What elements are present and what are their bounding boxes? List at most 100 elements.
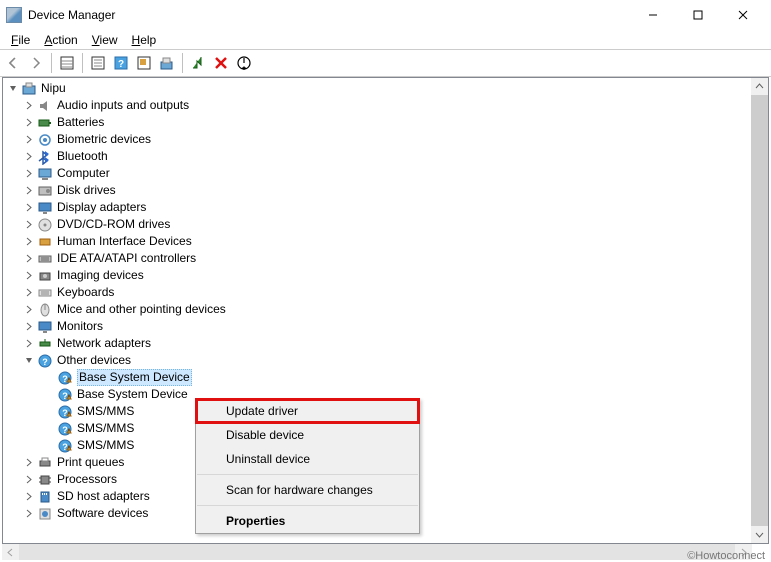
horizontal-scrollbar[interactable] [2,544,752,560]
menu-file[interactable]: File [4,32,37,48]
expand-icon[interactable] [43,372,55,384]
back-button[interactable] [2,52,24,74]
tree-category[interactable]: Network adapters [5,335,766,352]
tree-category[interactable]: IDE ATA/ATAPI controllers [5,250,766,267]
expand-icon[interactable] [23,508,35,520]
enable-device-button[interactable] [187,52,209,74]
tree-category[interactable]: Disk drives [5,182,766,199]
menu-action[interactable]: Action [37,32,84,48]
tree-item-label: Batteries [57,115,104,130]
show-hide-tree-button[interactable] [56,52,78,74]
expand-icon[interactable] [23,236,35,248]
tree-item-label: Mice and other pointing devices [57,302,226,317]
tree-category[interactable]: Human Interface Devices [5,233,766,250]
tree-root[interactable]: Nipu [5,80,766,97]
expand-icon[interactable] [23,151,35,163]
tree-item-label: Disk drives [57,183,116,198]
tree-item-label: Audio inputs and outputs [57,98,189,113]
context-separator [197,505,418,506]
tree-item-label: Biometric devices [57,132,151,147]
context-update-driver[interactable]: Update driver [196,399,419,423]
tree-item-label: Bluetooth [57,149,108,164]
app-icon [6,7,22,23]
toolbar: ? [0,49,771,77]
tree-item-label: Computer [57,166,110,181]
tree-item-label: Imaging devices [57,268,144,283]
tree-category[interactable]: DVD/CD-ROM drives [5,216,766,233]
expand-icon[interactable] [23,321,35,333]
expand-icon[interactable] [43,440,55,452]
expand-icon[interactable] [23,117,35,129]
forward-button[interactable] [25,52,47,74]
svg-text:?: ? [42,357,48,367]
tree-category[interactable]: Keyboards [5,284,766,301]
help-button[interactable]: ? [110,52,132,74]
scan-hardware-button[interactable] [133,52,155,74]
toolbar-separator [182,53,183,73]
scroll-thumb[interactable] [751,95,768,526]
expand-icon[interactable] [23,287,35,299]
expand-icon[interactable] [23,338,35,350]
context-uninstall-device[interactable]: Uninstall device [196,447,419,471]
properties-button[interactable] [87,52,109,74]
expand-icon[interactable] [23,474,35,486]
expand-icon[interactable] [23,270,35,282]
maximize-button[interactable] [675,1,720,30]
scroll-down-arrow[interactable] [751,526,768,543]
context-separator [197,474,418,475]
tree-category[interactable]: Imaging devices [5,267,766,284]
tree-item-label: Nipu [41,81,66,96]
expand-icon[interactable] [23,219,35,231]
uninstall-device-button[interactable] [210,52,232,74]
expand-icon[interactable] [23,134,35,146]
scroll-track[interactable] [19,544,735,560]
expand-icon[interactable] [23,185,35,197]
tree-item-label: IDE ATA/ATAPI controllers [57,251,196,266]
scroll-left-arrow[interactable] [2,544,19,561]
menu-help[interactable]: Help [125,32,164,48]
tree-item-label: SMS/MMS [77,404,134,419]
expand-icon[interactable] [23,491,35,503]
vertical-scrollbar[interactable] [751,78,768,543]
context-disable-device[interactable]: Disable device [196,423,419,447]
expand-icon[interactable] [43,389,55,401]
context-scan-hardware[interactable]: Scan for hardware changes [196,478,419,502]
tree-category[interactable]: Batteries [5,114,766,131]
context-menu: Update driver Disable device Uninstall d… [195,398,420,534]
tree-item-label: SD host adapters [57,489,150,504]
minimize-button[interactable] [630,1,675,30]
tree-category[interactable]: Display adapters [5,199,766,216]
tree-item-label: Display adapters [57,200,146,215]
window-title: Device Manager [28,8,630,22]
tree-category[interactable]: Audio inputs and outputs [5,97,766,114]
close-button[interactable] [720,1,765,30]
context-properties[interactable]: Properties [196,509,419,533]
expand-icon[interactable] [23,253,35,265]
tree-item-label: Base System Device [77,387,188,402]
expand-icon[interactable] [43,423,55,435]
tree-category-other-devices[interactable]: ?Other devices [5,352,766,369]
tree-category[interactable]: Computer [5,165,766,182]
expand-icon[interactable] [23,100,35,112]
window-controls [630,1,765,30]
expand-icon[interactable] [23,304,35,316]
tree-item-label: SMS/MMS [77,438,134,453]
tree-category[interactable]: Monitors [5,318,766,335]
expand-icon[interactable] [23,202,35,214]
toolbar-separator [51,53,52,73]
expand-icon[interactable] [23,457,35,469]
disable-device-button[interactable] [233,52,255,74]
update-driver-button[interactable] [156,52,178,74]
tree-device-item[interactable]: ?!Base System Device [5,369,766,386]
expand-icon[interactable] [7,83,19,95]
tree-item-label: Base System Device [77,369,192,386]
tree-category[interactable]: Biometric devices [5,131,766,148]
tree-category[interactable]: Bluetooth [5,148,766,165]
title-bar: Device Manager [0,0,771,30]
scroll-up-arrow[interactable] [751,78,768,95]
expand-icon[interactable] [43,406,55,418]
menu-view[interactable]: View [85,32,125,48]
expand-icon[interactable] [23,168,35,180]
tree-category[interactable]: Mice and other pointing devices [5,301,766,318]
expand-icon[interactable] [23,355,35,367]
